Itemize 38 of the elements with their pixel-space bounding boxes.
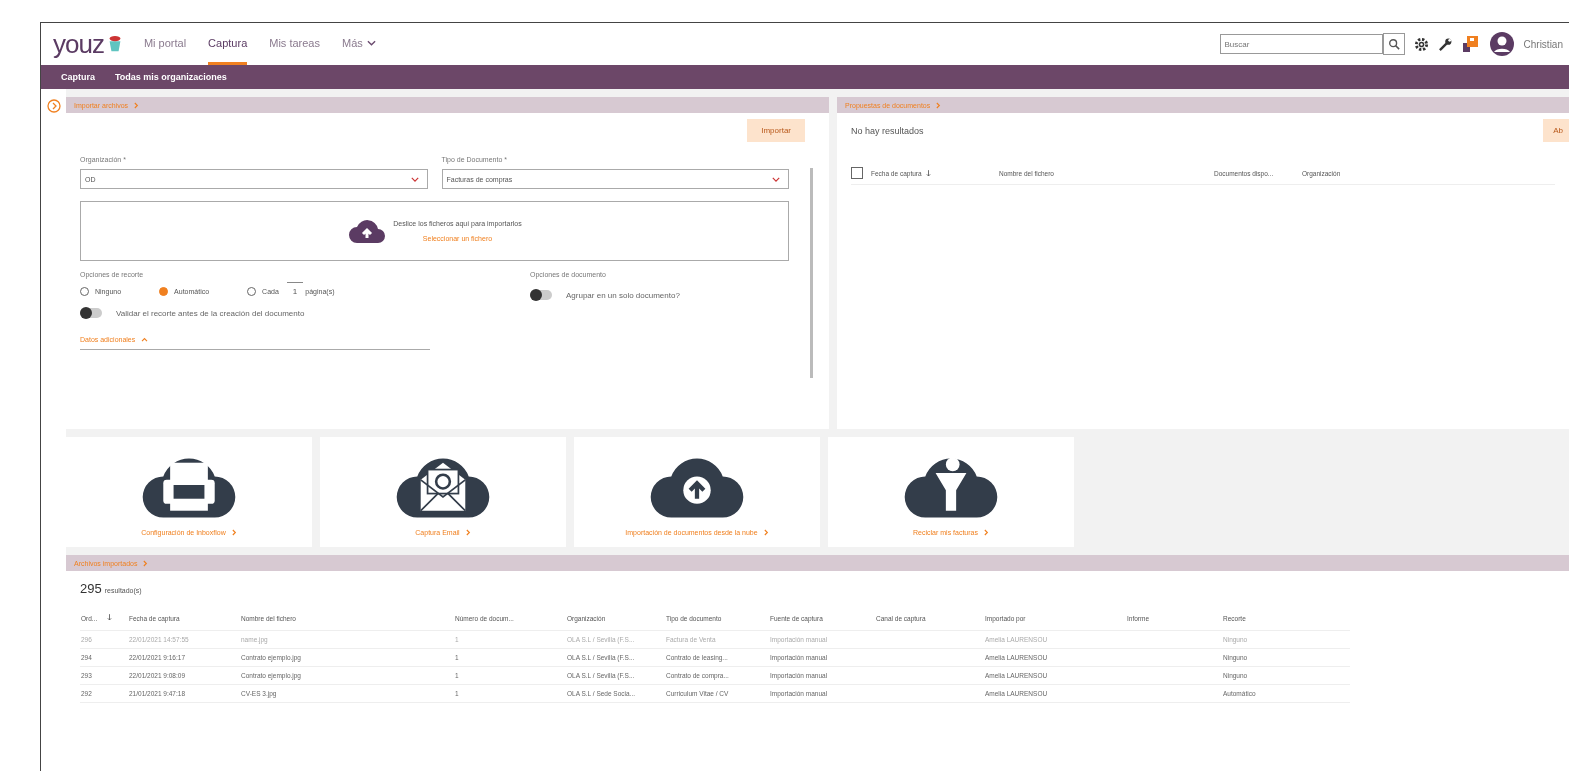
user-name[interactable]: Christian (1523, 38, 1563, 50)
logo: youz (53, 28, 124, 60)
chevron-icon (134, 101, 140, 109)
wrench-icon (1437, 36, 1453, 52)
caret-icon (410, 176, 419, 182)
toggle-label: Validar el recorte antes de la creación del documento (116, 308, 305, 318)
chevron-icon (984, 528, 989, 536)
toggle-label: Agrupar en un solo documento? (566, 290, 680, 300)
chevron-icon (763, 528, 769, 536)
no-results-text: No hay resultados (851, 125, 924, 136)
sort-arrow-icon (925, 169, 931, 177)
chevron-icon (936, 101, 942, 109)
action-button[interactable]: Ab (1543, 119, 1569, 142)
cloud-upload-icon (347, 217, 388, 245)
scrollbar[interactable] (810, 168, 813, 378)
sub-nav-link[interactable]: Todas mis organizaciones (115, 72, 227, 82)
settings-icon (1413, 36, 1429, 52)
search-icon (1387, 38, 1400, 50)
sub-nav-link[interactable]: Captura (61, 72, 95, 82)
search-field[interactable]: Buscar (1219, 34, 1383, 54)
chevron-icon (143, 559, 149, 567)
avatar-icon (1488, 31, 1515, 57)
toggle-switch[interactable] (530, 290, 552, 300)
sort-arrow-icon (107, 614, 112, 621)
chevron-up-icon (141, 337, 149, 342)
select-all-checkbox[interactable] (851, 167, 863, 179)
chevron-icon (465, 528, 471, 536)
result-count: 295 (80, 581, 102, 596)
search-button[interactable] (1382, 33, 1405, 55)
import-button[interactable]: Importar (747, 119, 805, 142)
caret-icon (772, 176, 780, 182)
nav-tab[interactable]: Mis tareas (269, 23, 320, 65)
toggle-switch[interactable] (80, 308, 102, 318)
nav-tab[interactable]: Más (342, 23, 376, 65)
page-number-field[interactable]: 1 (286, 282, 304, 300)
nav-tab[interactable]: Mi portal (143, 23, 187, 65)
caret-icon (366, 39, 376, 46)
chevron-icon (231, 528, 237, 536)
